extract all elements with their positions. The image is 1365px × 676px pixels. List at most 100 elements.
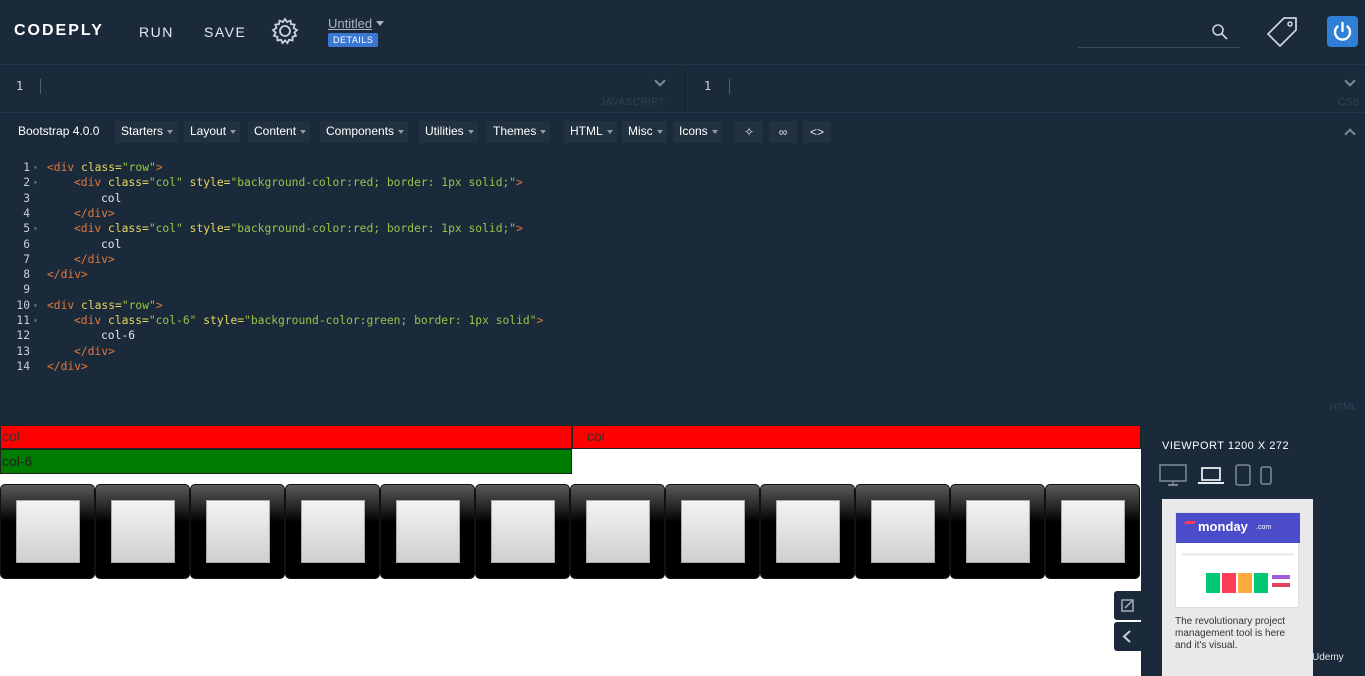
code-token: > <box>536 314 544 327</box>
menu-starters[interactable]: Starters <box>115 121 178 143</box>
ad-preview-cell <box>1272 583 1290 587</box>
fold-arrow-icon[interactable]: ▾ <box>33 224 38 233</box>
top-navbar: CODEPLY RUN SAVE Untitled DETAILS <box>0 0 1365 64</box>
html-code-editor[interactable]: 1 ▾ <div class="row"> 2 ▾ <div class="col" st… <box>0 160 1365 415</box>
css-collapse-chevron-icon[interactable] <box>1344 75 1356 87</box>
open-external-button[interactable] <box>1114 591 1141 620</box>
project-title-link[interactable]: Untitled <box>328 16 372 31</box>
menu-html-label: HTML <box>570 124 603 138</box>
link-icon[interactable]: ∞ <box>769 121 797 143</box>
settings-gear-icon[interactable] <box>270 16 300 46</box>
framework-version-label[interactable]: Bootstrap 4.0.0 <box>12 121 105 143</box>
code-source: col <box>47 238 121 251</box>
code-source: </div> <box>47 345 115 358</box>
line-number: 4 <box>23 206 30 220</box>
fold-arrow-icon[interactable]: ▾ <box>33 301 38 310</box>
menu-utilities[interactable]: Utilities <box>419 121 478 143</box>
run-button[interactable]: RUN <box>139 24 174 40</box>
details-badge-button[interactable]: DETAILS <box>328 33 379 47</box>
search-icon[interactable] <box>1211 23 1229 41</box>
preview-thumbnail <box>950 484 1045 579</box>
menu-themes[interactable]: Themes <box>487 121 551 143</box>
line-number: 13 <box>16 344 30 358</box>
menu-components-label: Components <box>326 124 395 138</box>
code-view-icon[interactable]: <> <box>803 121 831 143</box>
caret-down-icon <box>711 130 718 134</box>
code-token: <div <box>47 161 82 174</box>
menu-components[interactable]: Components <box>320 121 409 143</box>
line-number: 8 <box>23 268 30 282</box>
collapse-sidebar-button[interactable] <box>1114 622 1141 651</box>
preview-thumbnail <box>855 484 950 579</box>
magic-wand-icon[interactable]: ✧ <box>735 121 763 143</box>
ad-preview-line <box>1182 553 1294 556</box>
line-number: 5 <box>23 222 30 236</box>
menu-layout[interactable]: Layout <box>184 121 241 143</box>
menu-themes-label: Themes <box>493 124 537 138</box>
line-number: 12 <box>16 329 30 343</box>
code-source: <div class="row"> <box>47 161 163 174</box>
js-editor-cursor <box>40 79 41 94</box>
line-number: 3 <box>23 191 30 205</box>
preview-frame[interactable]: col col col-6 <box>0 425 1141 676</box>
ad-brand: monday <box>1198 519 1248 534</box>
js-editor-label: JAVASCRIPT <box>600 97 666 108</box>
code-token: > <box>155 161 163 174</box>
account-button[interactable] <box>1327 16 1358 47</box>
fold-arrow-icon[interactable]: ▾ <box>33 316 38 325</box>
line-number: 7 <box>23 252 30 266</box>
code-source: <div class="row"> <box>47 299 163 312</box>
line-number: 1 <box>23 161 30 174</box>
menu-content[interactable]: Content <box>248 121 311 143</box>
css-editor[interactable]: 1 CSS <box>686 64 1365 112</box>
fold-arrow-icon[interactable]: ▾ <box>33 163 38 172</box>
code-token: "background-color:green; border: 1px sol… <box>244 314 537 327</box>
preview-thumbnail <box>285 484 380 579</box>
code-token: </div> <box>74 344 115 358</box>
javascript-editor[interactable]: 1 JAVASCRIPT <box>0 64 684 112</box>
search-input[interactable] <box>1078 47 1240 48</box>
preview-col-right: col <box>572 425 1141 449</box>
thumbnail-inner <box>16 500 80 563</box>
line-number: 2 <box>23 176 30 190</box>
code-token: <div <box>47 298 82 312</box>
fold-arrow-icon[interactable]: ▾ <box>33 178 38 187</box>
code-source: </div> <box>47 360 88 373</box>
js-collapse-chevron-icon[interactable] <box>654 75 666 87</box>
caret-down-icon <box>540 130 547 134</box>
code-token: </div> <box>47 268 88 282</box>
menu-html[interactable]: HTML <box>564 121 617 143</box>
preview-thumbnail <box>95 484 190 579</box>
thumbnail-inner <box>1061 500 1125 563</box>
css-editor-cursor <box>729 79 730 94</box>
ad-preview-cell <box>1254 573 1268 593</box>
html-toolbar: Bootstrap 4.0.0 Starters Layout Content … <box>0 112 1365 148</box>
project-menu-caret-icon[interactable] <box>376 21 384 26</box>
code-source: </div> <box>47 268 88 281</box>
laptop-view-icon[interactable] <box>1196 463 1226 487</box>
phone-view-icon[interactable] <box>1258 465 1274 487</box>
caret-down-icon <box>230 130 237 134</box>
menu-icons[interactable]: Icons <box>673 121 722 143</box>
power-icon <box>1333 21 1352 41</box>
brand-logo[interactable]: CODEPLY <box>14 22 104 40</box>
preview-thumbnail <box>570 484 665 579</box>
code-source: </div> <box>47 253 115 266</box>
code-token: <div <box>74 314 109 327</box>
desktop-view-icon[interactable] <box>1158 463 1188 487</box>
thumbnail-inner <box>491 500 555 563</box>
thumbnail-inner <box>111 500 175 563</box>
js-line-number: 1 <box>16 79 24 93</box>
caret-down-icon <box>467 130 474 134</box>
save-button[interactable]: SAVE <box>204 24 246 40</box>
html-collapse-chevron-icon[interactable] <box>1344 128 1356 140</box>
ad-logo-mark-icon <box>1182 521 1196 527</box>
tablet-view-icon[interactable] <box>1233 463 1253 487</box>
thumbnail-inner <box>206 500 270 563</box>
thumbnail-inner <box>966 500 1030 563</box>
advertisement[interactable]: monday .com The revolutionary project ma… <box>1162 499 1313 676</box>
tag-icon[interactable] <box>1264 14 1300 50</box>
line-number: 10 <box>16 298 30 312</box>
menu-misc[interactable]: Misc <box>622 121 667 143</box>
menu-starters-label: Starters <box>121 124 164 138</box>
